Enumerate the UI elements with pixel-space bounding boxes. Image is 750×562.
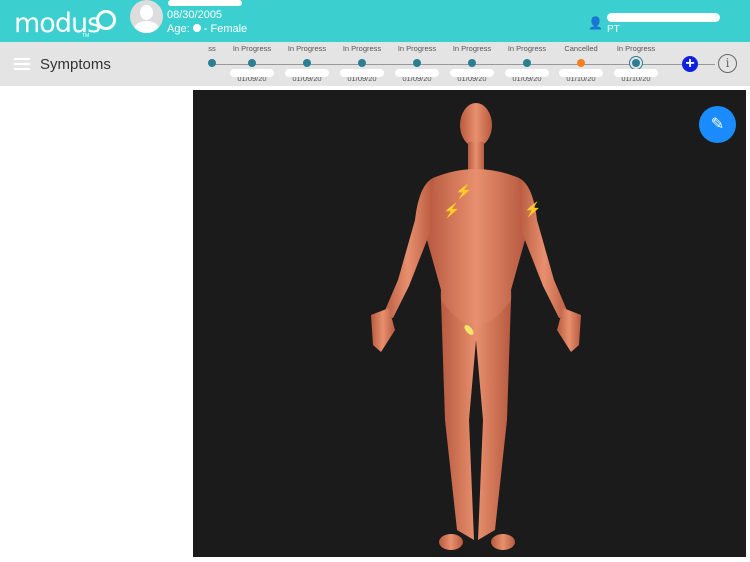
- timeline-item[interactable]: In Progress 01/09/20: [277, 44, 337, 83]
- avatar[interactable]: [130, 0, 163, 33]
- timeline-status: In Progress: [452, 44, 492, 53]
- timeline-item[interactable]: In Progress 01/10/20: [606, 44, 666, 83]
- timeline-status: In Progress: [287, 44, 327, 53]
- timeline-status: In Progress: [616, 44, 656, 53]
- timeline-dot[interactable]: [248, 59, 256, 67]
- trademark: TM: [82, 33, 90, 39]
- timeline-status: In Progress: [397, 44, 437, 53]
- timeline-item[interactable]: In Progress 01/09/20: [332, 44, 392, 83]
- timeline-dot[interactable]: [303, 59, 311, 67]
- redacted-label: [230, 69, 274, 77]
- lightning-icon[interactable]: ⚡: [455, 183, 472, 200]
- timeline-item[interactable]: In Progress 01/09/20: [222, 44, 282, 83]
- redacted-label: [559, 69, 603, 77]
- redacted-provider: [607, 13, 720, 22]
- logo-mark-icon: [96, 10, 116, 30]
- redacted-label: [340, 69, 384, 77]
- timeline-status: In Progress: [507, 44, 547, 53]
- plus-icon[interactable]: +: [682, 56, 698, 72]
- timeline-item[interactable]: Cancelled 01/10/20: [551, 44, 611, 83]
- redacted-age: [192, 24, 201, 32]
- lightning-icon[interactable]: ⚡: [443, 202, 460, 219]
- timeline-status: In Progress: [232, 44, 272, 53]
- redacted-label: [285, 69, 329, 77]
- redacted-label: [505, 69, 549, 77]
- lightning-icon[interactable]: ⚡: [524, 201, 541, 218]
- info-icon[interactable]: i: [718, 54, 737, 73]
- pencil-icon[interactable]: ✎: [699, 106, 736, 143]
- timeline-dot[interactable]: [523, 59, 531, 67]
- timeline-dot[interactable]: [577, 59, 585, 67]
- timeline-dot[interactable]: [632, 59, 640, 67]
- timeline-status: Cancelled: [564, 44, 598, 53]
- redacted-label: [614, 69, 658, 77]
- doctor-icon: 👤: [588, 16, 603, 30]
- human-body-model[interactable]: ⚡ ⚡ ⚡: [193, 90, 746, 557]
- timeline-dot[interactable]: [413, 59, 421, 67]
- redacted-label: [450, 69, 494, 77]
- age-label: Age:: [167, 23, 190, 35]
- hamburger-icon[interactable]: [14, 58, 30, 70]
- timeline-dot[interactable]: [468, 59, 476, 67]
- timeline-dot[interactable]: [358, 59, 366, 67]
- timeline-dot[interactable]: [208, 59, 216, 67]
- patient-age: Age: - Female: [167, 23, 247, 35]
- redacted-name: [168, 0, 242, 6]
- timeline-status: In Progress: [342, 44, 382, 53]
- patient-dob: 08/30/2005: [167, 9, 223, 21]
- redacted-label: [395, 69, 439, 77]
- provider-role: PT: [607, 24, 620, 35]
- timeline-item[interactable]: In Progress 01/09/20: [497, 44, 557, 83]
- patient-gender: - Female: [203, 23, 248, 35]
- timeline-item[interactable]: In Progress 01/09/20: [387, 44, 447, 83]
- page-title: Symptoms: [40, 56, 111, 73]
- body-silhouette: [371, 103, 581, 550]
- timeline-item[interactable]: In Progress 01/09/20: [442, 44, 502, 83]
